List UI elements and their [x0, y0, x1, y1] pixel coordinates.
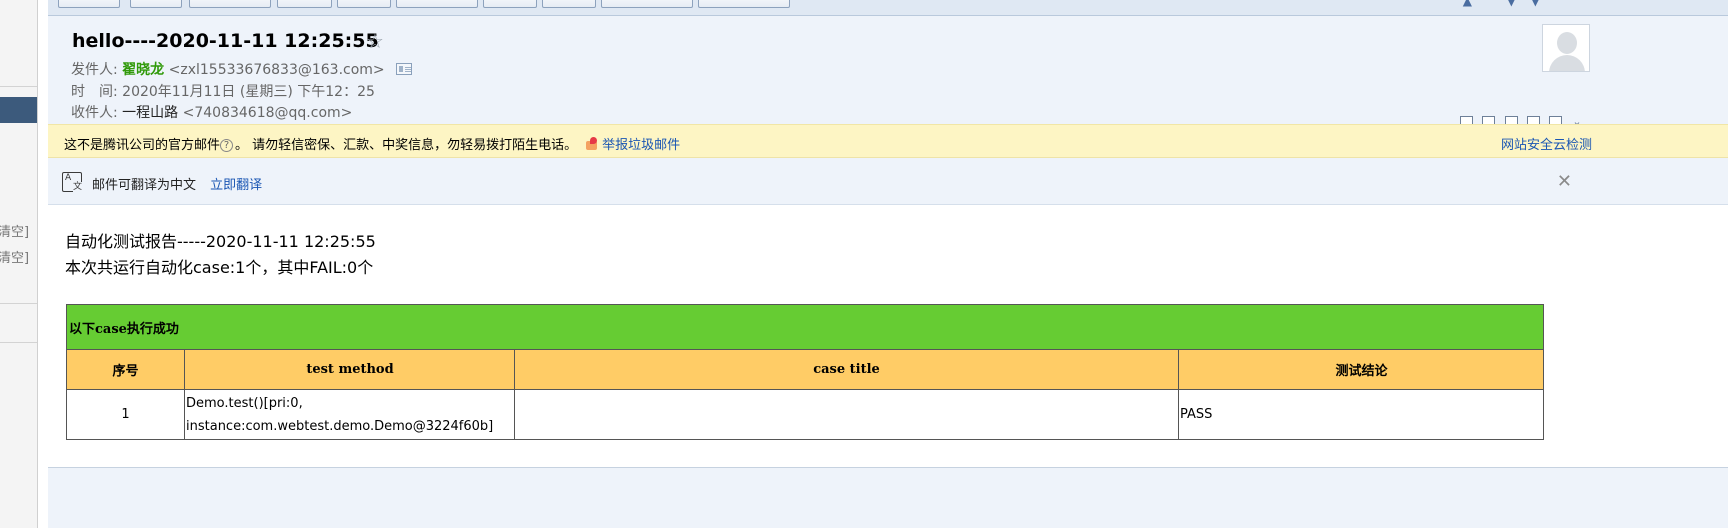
reply-all-button[interactable] — [189, 0, 271, 8]
translate-now-link[interactable]: 立即翻译 — [210, 178, 262, 193]
table-row: 1 Demo.test()[pri:0, instance:com.webtes… — [66, 389, 1544, 440]
help-icon[interactable]: ? — [220, 139, 234, 152]
recipient-name[interactable]: 一程山路 — [122, 105, 178, 121]
security-warning-text: 这不是腾讯公司的官方邮件?。 请勿轻信密保、汇款、中奖信息，勿轻易拨打陌生电话。… — [64, 134, 680, 153]
header-result: 测试结论 — [1178, 349, 1544, 390]
warning-main-text: 这不是腾讯公司的官方邮件 — [64, 138, 221, 153]
mail-body: 自动化测试报告-----2020-11-11 12:25:55 本次共运行自动化… — [48, 205, 1728, 467]
warning-detail-text: 。 请勿轻信密保、汇款、中奖信息，勿轻易拨打陌生电话。 — [235, 138, 578, 153]
mail-footer — [48, 467, 1728, 528]
prev-mail-icon[interactable]: ▲ — [1463, 0, 1472, 8]
mail-subject: hello----2020-11-11 12:25:55 — [72, 30, 379, 52]
delete-permanently-button[interactable] — [396, 0, 478, 8]
from-label: 发件人: — [71, 62, 118, 78]
sidebar-selected-item[interactable] — [0, 97, 37, 123]
from-row: 发件人: 翟晓龙 <zxl15533676833@163.com> — [71, 59, 413, 79]
forward-button[interactable] — [277, 0, 332, 8]
translation-bar: 邮件可翻译为中文 立即翻译 ✕ — [48, 158, 1728, 205]
toolbar: ▲ ▼ ▼ — [48, 0, 1728, 16]
translation-prompt: 邮件可翻译为中文 立即翻译 — [92, 174, 262, 193]
sidebar-divider — [0, 342, 37, 343]
report-spam-link[interactable]: 举报垃圾邮件 — [602, 138, 680, 153]
reply-button[interactable] — [130, 0, 182, 8]
mail-header: hello----2020-11-11 12:25:55 ☆ 发件人: 翟晓龙 … — [48, 16, 1728, 140]
avatar-body-shape — [1549, 55, 1585, 71]
time-row: 时 间: 2020年11月11日 (星期三) 下午12：25 — [71, 81, 375, 101]
mail-reader: ▲ ▼ ▼ hello----2020-11-11 12:25:55 ☆ 发件人… — [48, 0, 1728, 528]
delete-button[interactable] — [337, 0, 391, 8]
report-summary: 本次共运行自动化case:1个，其中FAIL:0个 — [65, 258, 374, 277]
translate-icon — [62, 172, 82, 192]
security-warning-bar: 这不是腾讯公司的官方邮件?。 请勿轻信密保、汇款、中奖信息，勿轻易拨打陌生电话。… — [48, 124, 1728, 158]
site-security-link[interactable]: 网站安全云检测 — [1501, 134, 1592, 153]
table-header-row: 序号 test method case title 测试结论 — [66, 349, 1544, 390]
results-table: 以下case执行成功 序号 test method case title 测试结… — [66, 304, 1544, 440]
report-spam-icon — [585, 137, 599, 151]
sidebar-divider — [0, 303, 37, 304]
sender-name[interactable]: 翟晓龙 — [122, 62, 164, 78]
method-line: instance:com.webtest.demo.Demo@3224f60b] — [186, 418, 494, 434]
next-mail-icon[interactable]: ▼ — [1507, 0, 1516, 8]
sidebar-clear-link[interactable]: 清空] — [0, 247, 29, 266]
cell-test-method: Demo.test()[pri:0, instance:com.webtest.… — [184, 389, 515, 440]
options-icon[interactable]: ▼ — [1531, 0, 1540, 8]
sidebar-clear-link[interactable]: 清空] — [0, 221, 29, 240]
report-button[interactable] — [483, 0, 537, 8]
move-to-dropdown[interactable] — [698, 0, 790, 8]
to-label: 收件人: — [71, 105, 118, 121]
header-case-title: case title — [514, 349, 1179, 390]
table-banner: 以下case执行成功 — [66, 304, 1544, 350]
avatar-head-shape — [1557, 32, 1577, 54]
left-sidebar: 清空] 清空] — [0, 0, 38, 528]
method-line: Demo.test()[pri:0, — [186, 395, 303, 411]
back-button[interactable] — [58, 0, 120, 8]
close-icon[interactable]: ✕ — [1557, 171, 1572, 192]
cell-result: PASS — [1178, 389, 1544, 440]
mark-as-dropdown[interactable] — [601, 0, 693, 8]
cell-case-title — [514, 389, 1179, 440]
report-title: 自动化测试报告-----2020-11-11 12:25:55 — [65, 232, 376, 251]
header-test-method: test method — [184, 349, 515, 390]
time-label: 时 间: — [71, 84, 118, 100]
time-value: 2020年11月11日 (星期三) 下午12：25 — [122, 84, 375, 100]
translation-text: 邮件可翻译为中文 — [92, 178, 197, 193]
to-row: 收件人: 一程山路 <740834618@qq.com> — [71, 102, 352, 122]
star-icon[interactable]: ☆ — [366, 29, 384, 53]
reject-button[interactable] — [542, 0, 596, 8]
avatar[interactable] — [1542, 24, 1590, 72]
sidebar-divider — [0, 86, 37, 87]
recipient-address[interactable]: <740834618@qq.com> — [183, 105, 353, 121]
table-banner-row: 以下case执行成功 — [66, 304, 1544, 350]
contact-card-icon[interactable] — [396, 63, 413, 75]
header-index: 序号 — [66, 349, 185, 390]
sender-address[interactable]: <zxl15533676833@163.com> — [169, 62, 385, 78]
cell-index: 1 — [66, 389, 185, 440]
